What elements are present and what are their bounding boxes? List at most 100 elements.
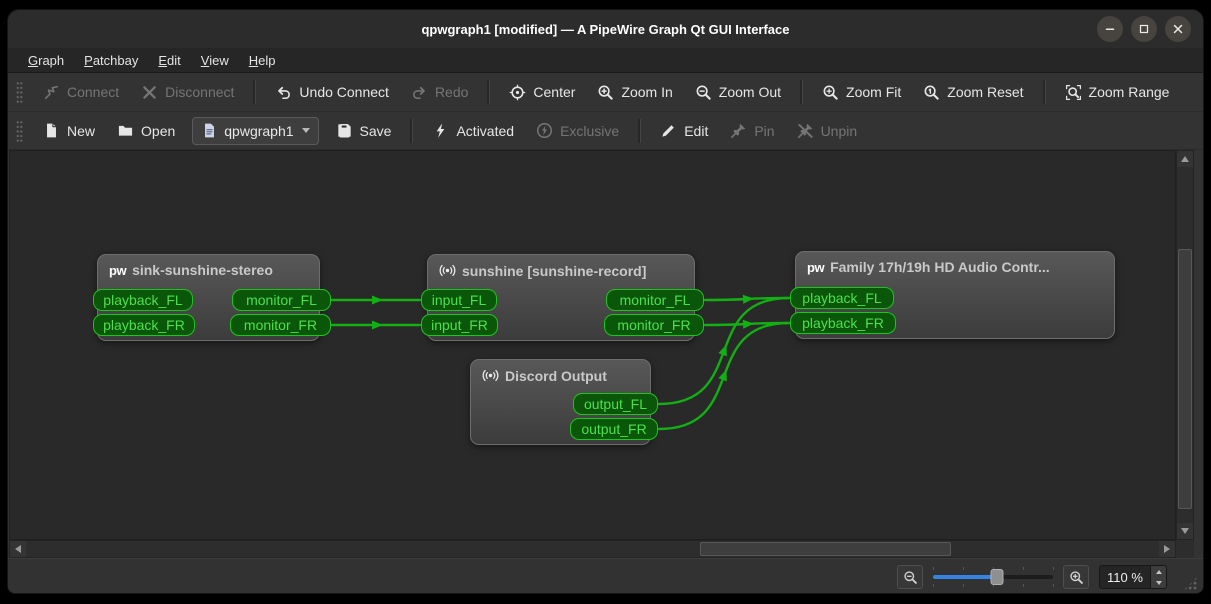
scroll-up-button[interactable] — [1177, 151, 1193, 167]
button-label: Center — [533, 84, 575, 100]
zoom-fit-button[interactable]: Zoom Fit — [813, 79, 910, 106]
connection-arrow-icon — [372, 296, 383, 305]
zoom-slider-handle[interactable] — [990, 569, 1003, 585]
minimize-icon — [1102, 21, 1118, 37]
redo-button: Redo — [402, 79, 477, 106]
port-family-playback_FR[interactable]: playback_FR — [790, 312, 896, 334]
toolbar-drag-handle[interactable] — [16, 81, 23, 103]
port-sink-playback_FR[interactable]: playback_FR — [93, 314, 195, 336]
pw-icon: pw — [109, 263, 126, 278]
zoom-slider[interactable] — [933, 566, 1053, 588]
zoom-reset-button[interactable]: Zoom Reset — [914, 79, 1032, 106]
zoom-out-button[interactable]: Zoom Out — [686, 79, 790, 106]
minimize-button[interactable] — [1097, 16, 1123, 42]
undo-connect-button[interactable]: Undo Connect — [266, 79, 398, 106]
horizontal-scroll-thumb[interactable] — [700, 542, 951, 556]
close-button[interactable] — [1165, 16, 1191, 42]
center-button[interactable]: Center — [500, 79, 584, 106]
graph-canvas[interactable]: pwsink-sunshine-stereoplayback_FLplaybac… — [9, 150, 1176, 540]
zoom-in-icon — [1069, 570, 1084, 585]
node-title: pwsink-sunshine-stereo — [98, 255, 319, 278]
undo-icon — [275, 84, 292, 101]
menu-view[interactable]: View — [191, 51, 239, 70]
new-button[interactable]: New — [34, 117, 104, 144]
arrow-up-icon — [1181, 156, 1189, 162]
zoom-in-button[interactable]: Zoom In — [588, 79, 681, 106]
port-sunshine-input_FL[interactable]: input_FL — [421, 289, 497, 311]
scroll-down-button[interactable] — [1177, 523, 1193, 539]
zoom-out-button[interactable] — [897, 565, 923, 589]
zoom-spinbox[interactable]: 110 % — [1099, 565, 1167, 589]
toolbar-file-items: NewOpen qpwgraph1 Save Activated Exclusive Ed… — [34, 117, 866, 145]
node-title: sunshine [sunshine-record] — [428, 255, 694, 279]
port-family-playback_FL[interactable]: playback_FL — [790, 287, 894, 309]
scroll-right-button[interactable] — [1159, 541, 1175, 557]
button-label: Pin — [754, 123, 774, 139]
port-sink-monitor_FL[interactable]: monitor_FL — [232, 289, 331, 311]
port-sink-playback_FL[interactable]: playback_FL — [93, 289, 193, 311]
activated-icon — [432, 122, 449, 139]
pw-icon: pw — [807, 260, 824, 275]
button-label: Unpin — [821, 123, 858, 139]
window-title: qpwgraph1 [modified] — A PipeWire Graph … — [421, 22, 789, 37]
redo-icon — [411, 84, 428, 101]
connection-arrow-icon — [718, 344, 726, 356]
patchbay-file-icon — [201, 122, 218, 139]
open-button[interactable]: Open — [108, 117, 184, 144]
port-sink-monitor_FR[interactable]: monitor_FR — [230, 314, 331, 336]
toolbar-drag-handle[interactable] — [16, 120, 23, 142]
zoom-range-button[interactable]: Zoom Range — [1056, 79, 1179, 106]
pin-icon — [730, 122, 747, 139]
vertical-scrollbar[interactable] — [1176, 150, 1194, 540]
zoom-out-icon — [903, 570, 918, 585]
zoom-slider-fill — [933, 575, 997, 579]
button-label: Zoom In — [621, 84, 672, 100]
activated-button[interactable]: Activated — [423, 117, 523, 144]
button-label: Exclusive — [560, 123, 619, 139]
arrow-down-icon — [1181, 528, 1189, 534]
new-icon — [43, 122, 60, 139]
toolbar-separator — [410, 119, 413, 143]
port-discord-output_FL[interactable]: output_FL — [573, 393, 658, 415]
window-controls — [1097, 16, 1191, 42]
horizontal-scrollbar[interactable] — [9, 540, 1176, 558]
connection-arrow-icon — [718, 369, 726, 381]
desktop: qpwgraph1 [modified] — A PipeWire Graph … — [0, 0, 1211, 604]
open-icon — [117, 122, 134, 139]
unpin-icon — [797, 122, 814, 139]
port-sunshine-input_FR[interactable]: input_FR — [421, 314, 498, 336]
titlebar[interactable]: qpwgraph1 [modified] — A PipeWire Graph … — [8, 10, 1203, 48]
port-sunshine-monitor_FL[interactable]: monitor_FL — [606, 289, 704, 311]
disconnect-icon — [141, 84, 158, 101]
scroll-left-button[interactable] — [10, 541, 26, 557]
port-sunshine-monitor_FR[interactable]: monitor_FR — [604, 314, 704, 336]
zoom-in-button[interactable] — [1063, 565, 1089, 589]
center-icon — [509, 84, 526, 101]
close-icon — [1170, 21, 1186, 37]
zoom-range-icon — [1065, 84, 1082, 101]
patchbay-select[interactable]: qpwgraph1 — [192, 117, 318, 145]
menu-edit[interactable]: Edit — [148, 51, 190, 70]
edit-button[interactable]: Edit — [651, 117, 717, 144]
menu-graph[interactable]: Graph — [18, 51, 74, 70]
connection-layer — [9, 150, 1176, 540]
toolbar-main: ConnectDisconnectUndo ConnectRedoCenterZ… — [8, 73, 1203, 112]
save-button[interactable]: Save — [327, 117, 401, 144]
button-label: Zoom Fit — [846, 84, 901, 100]
toolbar-file: NewOpen qpwgraph1 Save Activated Exclusive Ed… — [8, 112, 1203, 150]
maximize-icon — [1136, 21, 1152, 37]
menu-patchbay[interactable]: Patchbay — [74, 51, 148, 70]
maximize-button[interactable] — [1131, 16, 1157, 42]
resize-grip[interactable] — [1183, 576, 1198, 591]
menubar: GraphPatchbayEditViewHelp — [8, 48, 1203, 73]
arrow-right-icon — [1164, 545, 1170, 553]
menu-help[interactable]: Help — [239, 51, 286, 70]
spin-up-button[interactable] — [1151, 566, 1166, 577]
zoom-value: 110 % — [1100, 566, 1150, 588]
vertical-scroll-thumb[interactable] — [1178, 249, 1192, 509]
scrollbar-corner — [1176, 540, 1194, 558]
spin-down-button[interactable] — [1151, 577, 1166, 588]
port-discord-output_FR[interactable]: output_FR — [570, 418, 658, 440]
chevron-down-icon — [302, 128, 310, 133]
exclusive-icon — [536, 122, 553, 139]
